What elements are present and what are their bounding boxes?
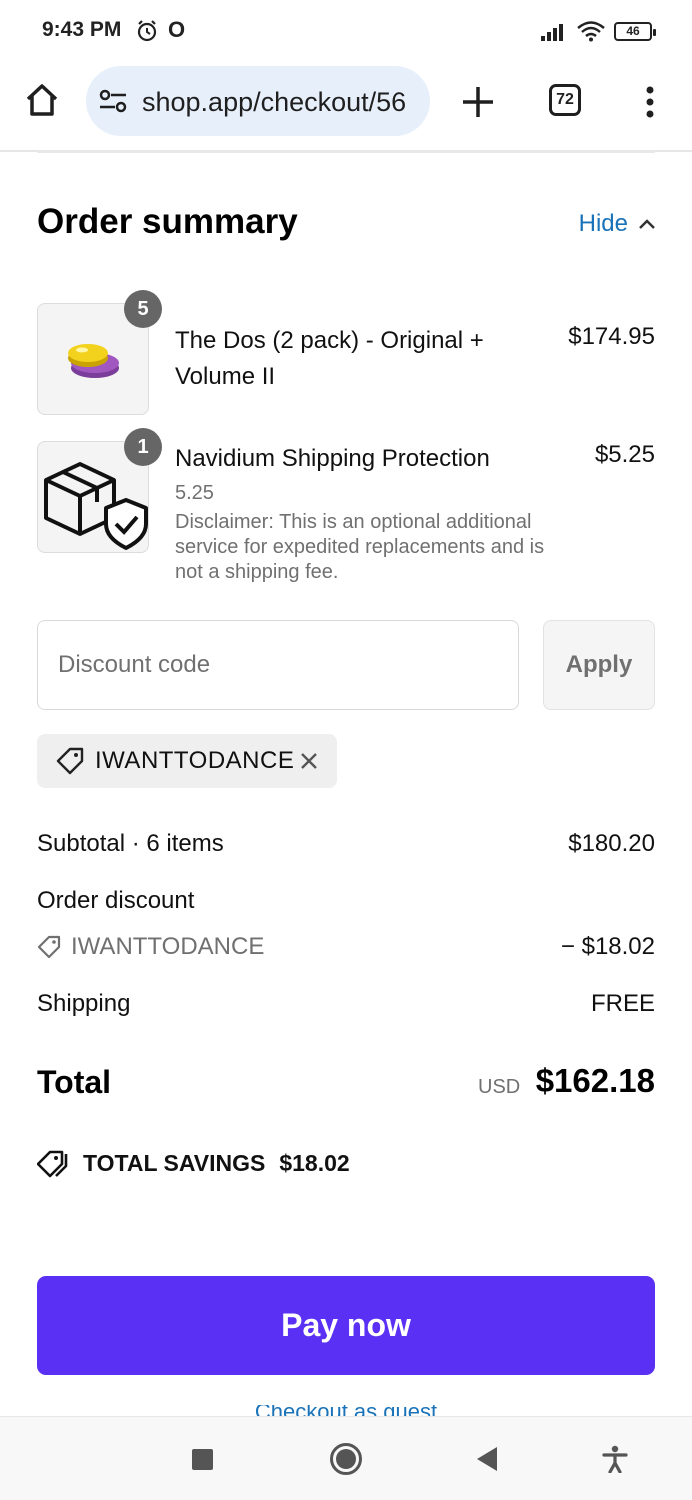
subtotal-row: Subtotal · 6 items $180.20 <box>37 830 655 858</box>
status-right: 46 <box>540 20 656 42</box>
subtotal-value: $180.20 <box>568 830 655 857</box>
total-savings: TOTAL SAVINGS $18.02 <box>37 1148 350 1178</box>
product-thumbnail: 1 <box>37 428 162 553</box>
chevron-up-icon[interactable] <box>638 218 656 230</box>
system-nav-bar <box>0 1416 692 1500</box>
tab-switcher-button[interactable]: 72 <box>549 84 581 116</box>
discount-code-row: IWANTTODANCE − $18.02 <box>37 933 655 961</box>
applied-code-label: IWANTTODANCE <box>95 747 295 774</box>
shipping-label: Shipping <box>37 990 131 1017</box>
recents-icon[interactable] <box>192 1449 213 1470</box>
signal-icon <box>541 24 563 41</box>
shipping-value: FREE <box>590 990 655 1017</box>
applied-discount-chip: IWANTTODANCE <box>37 734 337 788</box>
tag-icon <box>37 935 61 959</box>
shipping-row: Shipping FREE <box>37 990 655 1018</box>
hide-summary-toggle[interactable]: Hide <box>579 210 656 238</box>
accessibility-icon[interactable] <box>602 1445 628 1473</box>
section-divider <box>37 150 655 153</box>
url-text[interactable]: shop.app/checkout/56 <box>142 87 422 118</box>
discount-amount: − $18.02 <box>560 933 655 960</box>
home-icon[interactable] <box>22 80 62 120</box>
total-value: $162.18 <box>535 1062 655 1099</box>
carrier-icon: O <box>168 17 186 42</box>
more-options-icon[interactable] <box>638 84 662 120</box>
new-tab-icon[interactable] <box>458 82 498 122</box>
discount-code-text: IWANTTODANCE <box>71 933 265 960</box>
wifi-icon <box>577 21 605 42</box>
item-price: $5.25 <box>594 441 655 468</box>
order-discount-label: Order discount <box>37 887 195 914</box>
savings-tag-icon <box>37 1150 68 1178</box>
apply-discount-button[interactable]: Apply <box>543 620 655 710</box>
item-name: Navidium Shipping Protection <box>175 445 490 472</box>
product-thumbnail: 5 <box>37 290 162 415</box>
browser-toolbar: shop.app/checkout/56 72 <box>0 62 692 152</box>
order-discount-row: Order discount <box>37 887 655 915</box>
battery-icon: 46 <box>614 21 656 41</box>
subtotal-label: Subtotal · 6 items <box>37 830 224 857</box>
status-time: 9:43 PM <box>42 18 122 41</box>
tag-icon <box>56 747 84 775</box>
site-settings-icon[interactable] <box>98 88 130 114</box>
savings-value: $18.02 <box>279 1149 350 1176</box>
item-variant: 5.25 <box>175 482 214 504</box>
address-bar[interactable]: shop.app/checkout/56 <box>86 66 430 136</box>
savings-label: TOTAL SAVINGS <box>83 1149 266 1176</box>
total-label: Total <box>37 1064 112 1100</box>
total-currency: USD <box>478 1076 521 1098</box>
remove-discount-icon[interactable] <box>299 751 319 771</box>
item-disclaimer: Disclaimer: This is an optional addition… <box>175 511 545 583</box>
status-bar: 9:43 PM O 46 <box>0 0 692 62</box>
pay-now-button[interactable]: Pay now <box>37 1276 655 1375</box>
item-name: The Dos (2 pack) - Original + Volume II <box>175 327 484 390</box>
line-item: 5 The Dos (2 pack) - Original + Volume I… <box>37 290 655 415</box>
alarm-icon <box>137 20 157 42</box>
line-item: 1 Navidium Shipping Protection $5.25 5.2… <box>37 428 655 586</box>
discount-code-input[interactable] <box>37 620 519 710</box>
home-nav-icon[interactable] <box>330 1443 362 1475</box>
quantity-badge: 5 <box>124 290 162 328</box>
back-icon[interactable] <box>477 1447 497 1471</box>
item-price: $174.95 <box>568 323 655 350</box>
hide-label[interactable]: Hide <box>579 210 628 238</box>
order-summary-title: Order summary <box>37 202 298 241</box>
quantity-badge: 1 <box>124 428 162 466</box>
